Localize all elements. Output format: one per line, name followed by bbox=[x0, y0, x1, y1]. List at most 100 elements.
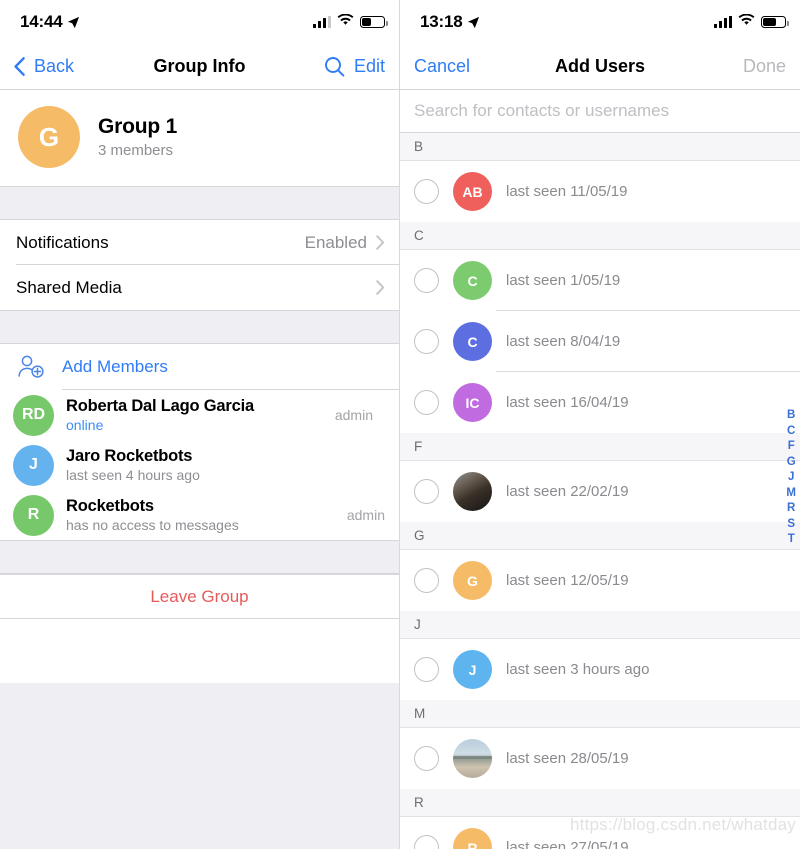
index-letter-f[interactable]: F bbox=[788, 440, 795, 453]
dual-screenshot: 14:44 Back Group Info Edit G Group 1 3 m… bbox=[0, 0, 800, 849]
search-field[interactable]: Search for contacts or usernames bbox=[400, 90, 800, 133]
contacts-list: B AB last seen 11/05/19 C Clast seen 1/05/19… bbox=[400, 133, 800, 849]
contact-checkbox[interactable] bbox=[414, 390, 439, 415]
add-members-button[interactable]: Add Members bbox=[0, 344, 399, 390]
index-letter-m[interactable]: M bbox=[786, 487, 796, 500]
edit-button[interactable]: Edit bbox=[354, 56, 385, 77]
index-letter-b[interactable]: B bbox=[787, 409, 795, 422]
contact-avatar bbox=[453, 472, 492, 511]
member-row[interactable]: R Rocketbots has no access to messages admi… bbox=[0, 490, 399, 540]
chevron-left-icon[interactable] bbox=[14, 57, 25, 76]
contact-checkbox[interactable] bbox=[414, 329, 439, 354]
contact-row[interactable]: Clast seen 8/04/19 bbox=[400, 311, 800, 372]
contact-texts: last seen 28/05/19 bbox=[506, 750, 629, 767]
settings-row-label: Notifications bbox=[16, 232, 109, 252]
contact-checkbox[interactable] bbox=[414, 479, 439, 504]
contact-texts: last seen 16/04/19 bbox=[506, 394, 629, 411]
index-letter-g[interactable]: G bbox=[787, 456, 796, 469]
member-role-badge: admin bbox=[334, 407, 373, 423]
member-texts: Rocketbots has no access to messages bbox=[66, 497, 239, 533]
location-arrow-icon bbox=[467, 16, 480, 29]
contact-row[interactable]: IC last seen 16/04/19 bbox=[400, 372, 800, 433]
index-letter-r[interactable]: R bbox=[787, 502, 795, 515]
location-arrow-icon bbox=[67, 16, 80, 29]
leave-group-button[interactable]: Leave Group bbox=[0, 574, 399, 619]
index-letter-s[interactable]: S bbox=[787, 518, 795, 531]
chevron-right-icon bbox=[376, 235, 385, 250]
settings-row-notifications[interactable]: Notifications Enabled bbox=[0, 220, 399, 265]
chevron-right-icon bbox=[376, 280, 385, 295]
cancel-button[interactable]: Cancel bbox=[414, 56, 470, 77]
member-row[interactable]: J Jaro Rocketbots last seen 4 hours ago bbox=[0, 440, 399, 490]
members-list: RD Roberta Dal Lago Garcia online admin J Jar… bbox=[0, 390, 399, 540]
group-members-count: 3 members bbox=[98, 142, 174, 159]
done-button[interactable]: Done bbox=[743, 56, 786, 77]
contact-texts: last seen 1/05/19 bbox=[506, 272, 620, 289]
contact-last-seen: last seen 12/05/19 bbox=[506, 572, 629, 589]
contact-last-seen: last seen 3 hours ago bbox=[506, 661, 650, 678]
contact-checkbox[interactable] bbox=[414, 657, 439, 682]
contact-avatar: IC bbox=[453, 383, 492, 422]
contact-row[interactable]: last seen 28/05/19 bbox=[400, 728, 800, 789]
section-header-f: F bbox=[400, 433, 800, 461]
index-letter-t[interactable]: T bbox=[788, 533, 795, 546]
member-name: Roberta Dal Lago Garcia bbox=[66, 397, 254, 415]
contact-row[interactable]: Glast seen 12/05/19 bbox=[400, 550, 800, 611]
contact-texts: last seen 12/05/19 bbox=[506, 572, 629, 589]
contact-checkbox[interactable] bbox=[414, 835, 439, 849]
member-texts: Roberta Dal Lago Garcia online bbox=[66, 397, 254, 433]
contact-checkbox[interactable] bbox=[414, 179, 439, 204]
group-avatar: G bbox=[18, 106, 80, 168]
contact-texts: last seen 22/02/19 bbox=[506, 483, 629, 500]
contact-avatar: AB bbox=[453, 172, 492, 211]
contact-last-seen: last seen 11/05/19 bbox=[506, 183, 628, 200]
settings-row-shared-media[interactable]: Shared Media bbox=[0, 265, 399, 310]
alphabet-index-bar[interactable]: BCFGJMRST bbox=[786, 409, 796, 546]
member-avatar: R bbox=[13, 494, 54, 536]
index-letter-j[interactable]: J bbox=[788, 471, 794, 484]
back-button[interactable]: Back bbox=[34, 56, 74, 77]
index-letter-c[interactable]: C bbox=[787, 425, 795, 438]
member-row[interactable]: RD Roberta Dal Lago Garcia online admin bbox=[0, 390, 399, 440]
contact-checkbox[interactable] bbox=[414, 746, 439, 771]
section-header-r: R bbox=[400, 789, 800, 817]
group-header[interactable]: G Group 1 3 members bbox=[0, 90, 399, 186]
battery-icon bbox=[761, 16, 789, 28]
section-header-g: G bbox=[400, 522, 800, 550]
section-header-m: M bbox=[400, 700, 800, 728]
section-header-c: C bbox=[400, 222, 800, 250]
add-user-icon bbox=[16, 354, 46, 380]
contact-last-seen: last seen 28/05/19 bbox=[506, 750, 629, 767]
contact-avatar: R bbox=[453, 828, 492, 849]
section-header-b: B bbox=[400, 133, 800, 161]
add-users-screen: 13:18 Cancel Add Users Done Search for c… bbox=[400, 0, 800, 849]
contact-row[interactable]: Jlast seen 3 hours ago bbox=[400, 639, 800, 700]
section-header-j: J bbox=[400, 611, 800, 639]
settings-row-value: Enabled bbox=[304, 232, 367, 252]
contact-last-seen: last seen 8/04/19 bbox=[506, 333, 621, 350]
member-status: last seen 4 hours ago bbox=[66, 467, 200, 483]
cellular-signal-icon bbox=[714, 16, 732, 28]
contact-row[interactable]: AB last seen 11/05/19 bbox=[400, 161, 800, 222]
contact-last-seen: last seen 1/05/19 bbox=[506, 272, 621, 289]
section-gap-2 bbox=[0, 310, 399, 344]
contact-checkbox[interactable] bbox=[414, 568, 439, 593]
member-name: Jaro Rocketbots bbox=[66, 447, 193, 465]
contact-row[interactable]: Clast seen 1/05/19 bbox=[400, 250, 800, 311]
contact-texts: last seen 3 hours ago bbox=[506, 661, 649, 678]
status-bar-right-cluster bbox=[714, 13, 789, 31]
wifi-icon bbox=[337, 13, 354, 31]
status-bar-left: 14:44 bbox=[0, 0, 399, 44]
contact-checkbox[interactable] bbox=[414, 268, 439, 293]
contact-avatar: J bbox=[453, 650, 492, 689]
group-avatar-initial: G bbox=[38, 121, 60, 152]
watermark-text: https://blog.csdn.net/whatday bbox=[570, 815, 796, 834]
member-role-badge: admin bbox=[346, 507, 385, 523]
contact-texts: last seen 11/05/19 bbox=[506, 183, 627, 200]
member-name: Rocketbots bbox=[66, 497, 154, 515]
search-icon[interactable] bbox=[324, 56, 345, 77]
add-members-label: Add Members bbox=[62, 357, 168, 376]
group-header-texts: Group 1 3 members bbox=[98, 115, 177, 159]
contact-row[interactable]: last seen 22/02/19 bbox=[400, 461, 800, 522]
contact-texts: last seen 27/05/19 bbox=[506, 839, 629, 849]
